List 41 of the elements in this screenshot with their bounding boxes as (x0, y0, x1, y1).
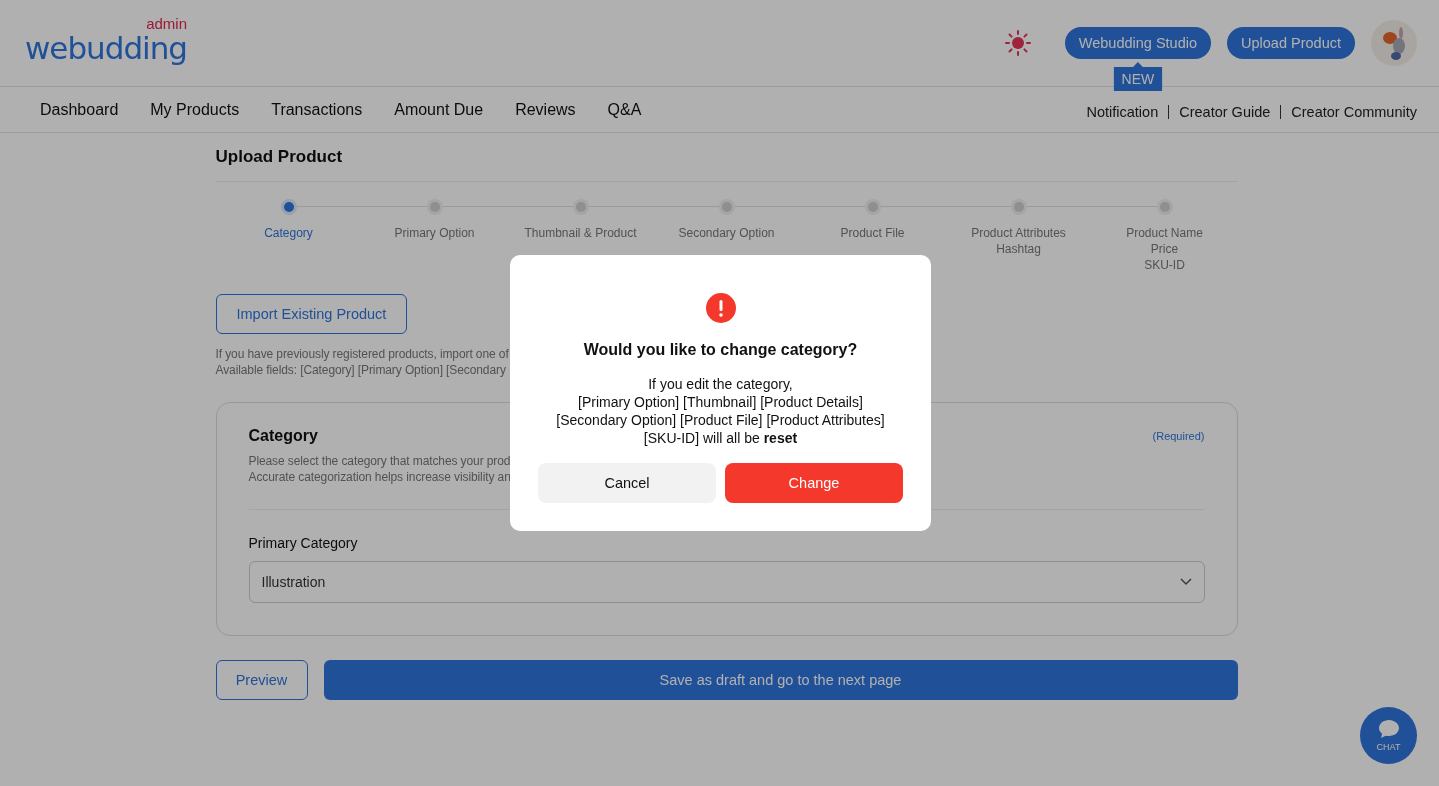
step-label[interactable]: Secondary Option (678, 225, 775, 241)
step-label[interactable]: Thumbnail & Product (524, 225, 637, 241)
nav-link[interactable]: Transactions (271, 100, 363, 119)
nav-link[interactable]: Q&A (607, 100, 642, 119)
warning-icon (705, 293, 736, 323)
chat-button[interactable]: CHAT (1360, 707, 1417, 764)
avatar[interactable] (1371, 20, 1417, 66)
nav-link[interactable]: Amount Due (394, 100, 484, 119)
nav-link[interactable]: My Products (150, 100, 240, 119)
cancel-button[interactable]: Cancel (538, 463, 716, 503)
step-label[interactable]: Product File (840, 225, 905, 241)
top-link[interactable]: Creator Guide (1179, 103, 1271, 120)
logo[interactable]: webudding (25, 30, 188, 66)
sun-icon[interactable] (1004, 30, 1031, 56)
top-link[interactable]: Creator Community (1291, 103, 1417, 120)
category-help-text: Please select the category that matches your prod Accurate categorization helps increase visibility an (248, 453, 511, 485)
required-label: (Required) (1152, 430, 1205, 442)
import-help-text: If you have previously registered products, import one of Available fields: [Category] [Primary Option] [Secondary (215, 346, 509, 378)
upload-product-button[interactable]: Upload Product (1227, 27, 1355, 59)
card-title: Category (248, 427, 318, 445)
import-button[interactable]: Import Existing Product (215, 294, 408, 334)
chat-bubble-icon (1377, 719, 1400, 739)
studio-button[interactable]: Webudding Studio (1064, 27, 1212, 59)
chevron-down-icon (1179, 578, 1192, 586)
dialog-title: Would you like to change category? (583, 341, 858, 359)
save-draft-button[interactable]: Save as draft and go to the next page (323, 660, 1238, 700)
preview-button[interactable]: Preview (215, 660, 308, 700)
field-label: Primary Category (248, 535, 359, 551)
nav-link[interactable]: Reviews (515, 100, 576, 119)
category-select[interactable]: Illustration (248, 561, 1205, 603)
new-badge: NEW (1113, 62, 1163, 91)
dialog-message: If you edit the category, [Primary Option] [Thumbnail] [Product Details] [Secondary Option] [Product File] [Product Attributes] [SKU-ID] will all be reset (556, 375, 885, 447)
nav-link[interactable]: Dashboard (40, 100, 119, 119)
step-label[interactable]: Product Name Price SKU-ID (1126, 225, 1203, 273)
logo-subtitle: admin (146, 16, 188, 32)
step-label[interactable]: Product Attributes Hashtag (971, 225, 1066, 257)
top-link[interactable]: Notification (1086, 103, 1159, 120)
page-title: Upload Product (215, 147, 1238, 182)
step-label[interactable]: Primary Option (394, 225, 475, 241)
change-button[interactable]: Change (725, 463, 903, 503)
step-label[interactable]: Category (264, 225, 313, 241)
